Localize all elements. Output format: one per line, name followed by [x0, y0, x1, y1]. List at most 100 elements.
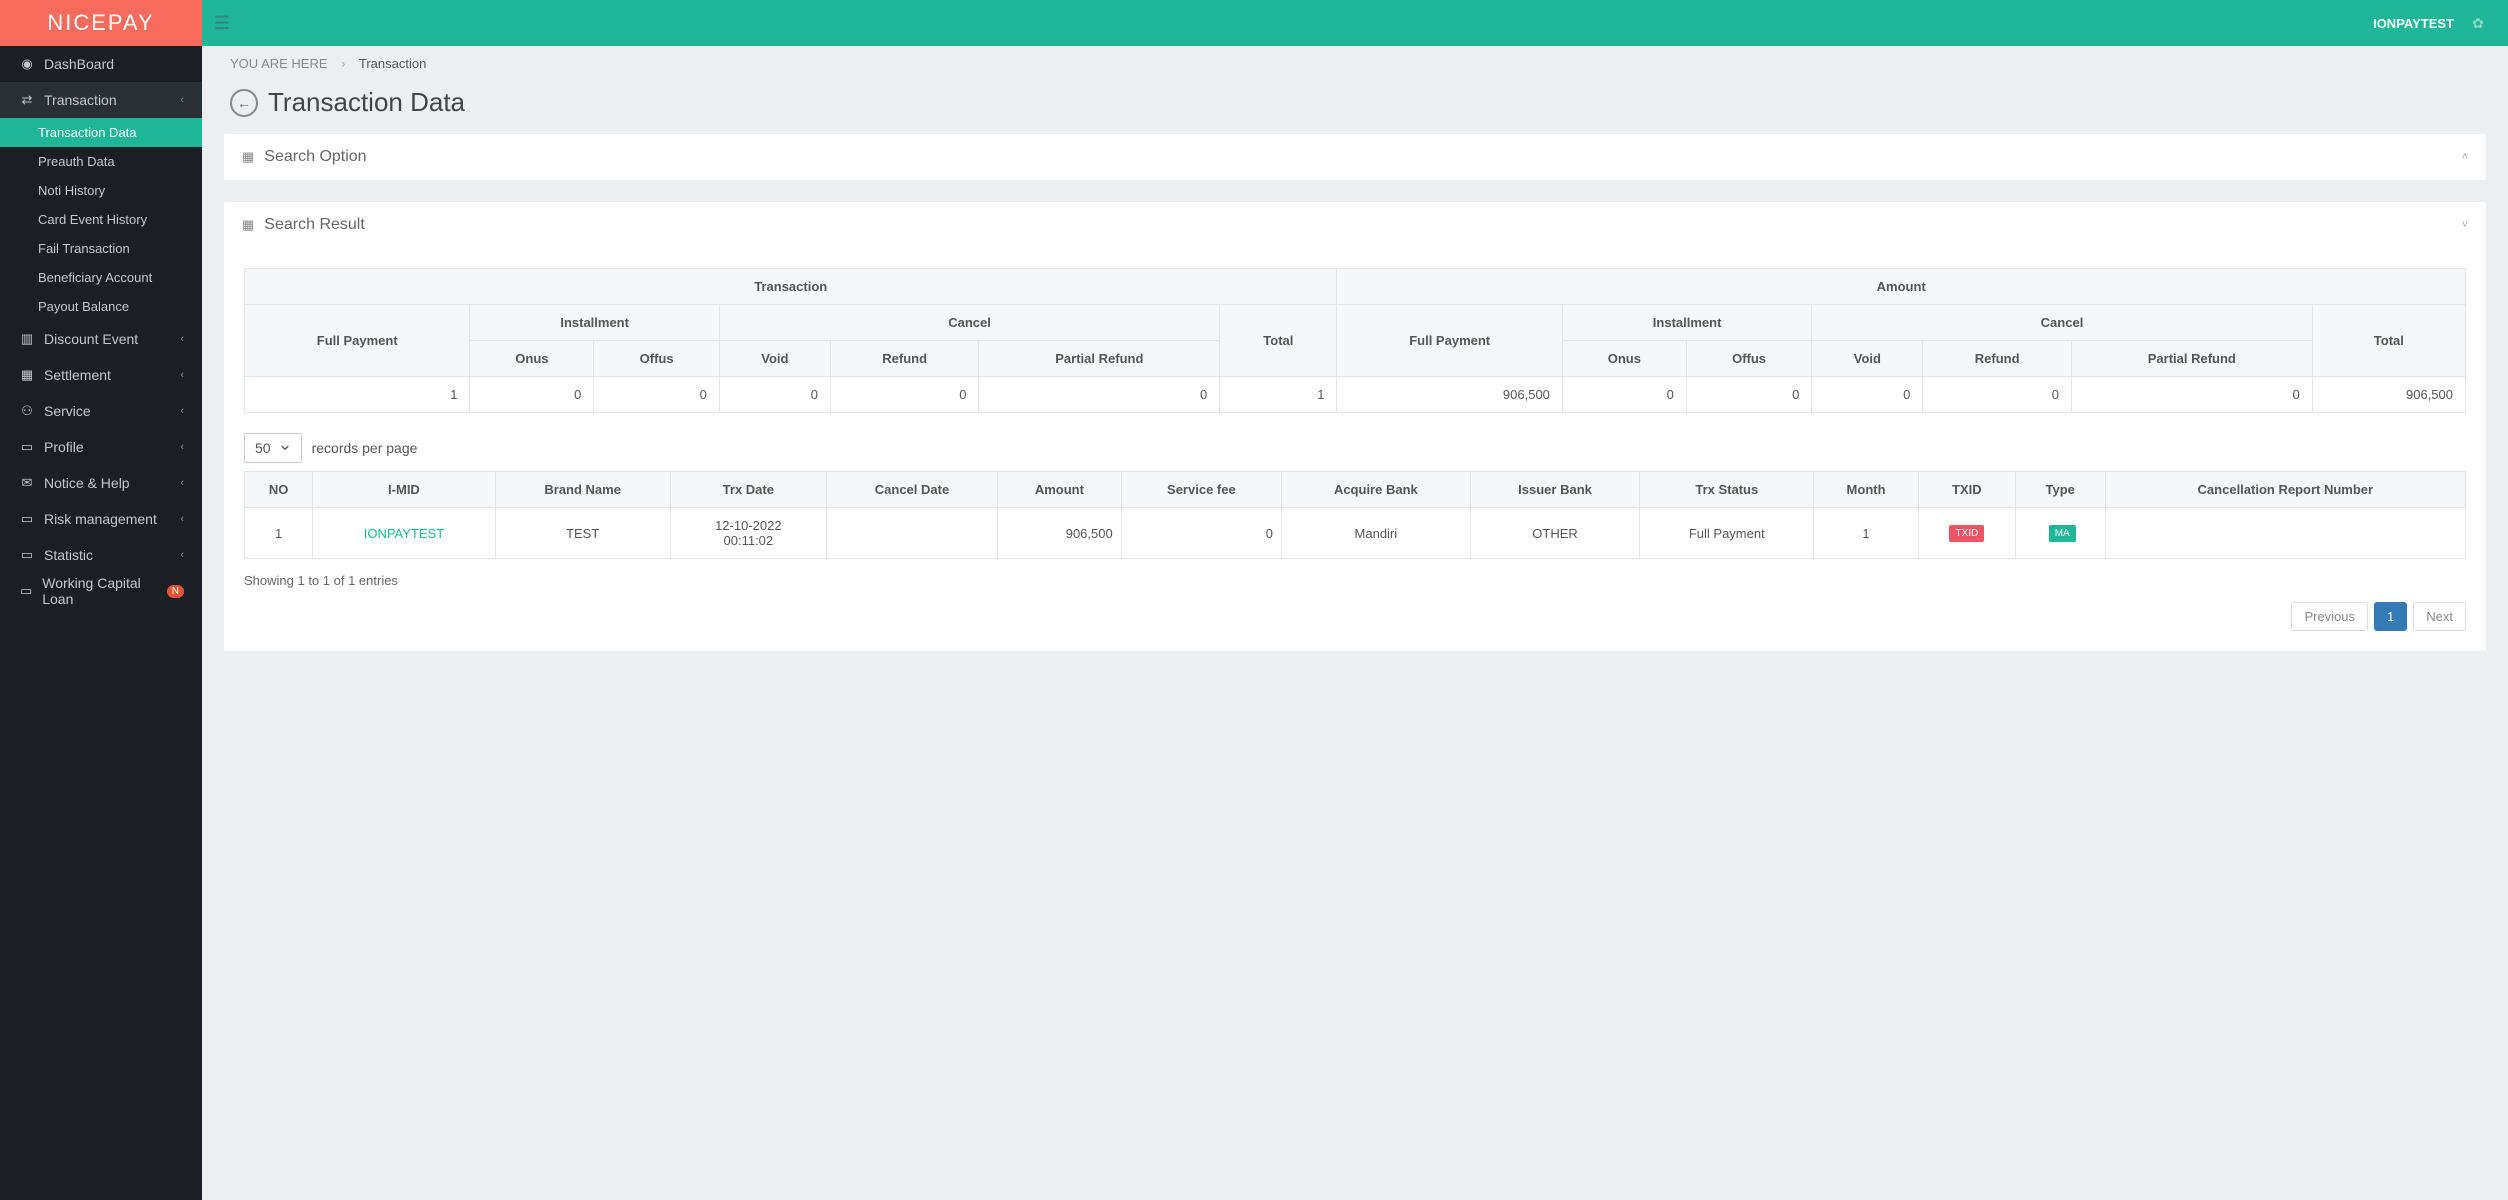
table-row: 1 IONPAYTEST TEST 12-10-2022 00:11:02 90… [245, 508, 2466, 559]
th-imid[interactable]: I-MID [313, 472, 495, 508]
select-value: 50 [255, 440, 271, 456]
cell: 1 [1220, 377, 1337, 413]
nav-beneficiary-account[interactable]: Beneficiary Account [0, 263, 202, 292]
chevron-left-icon: ‹ [180, 477, 184, 489]
folder-icon: ▭ [18, 511, 36, 527]
cell-imid: IONPAYTEST [313, 508, 495, 559]
cell: 0 [594, 377, 719, 413]
th-service-fee[interactable]: Service fee [1121, 472, 1281, 508]
th-offus: Offus [594, 341, 719, 377]
th-installment: Installment [470, 305, 719, 341]
cell-acquire: Mandiri [1282, 508, 1471, 559]
nav-label: Notice & Help [44, 475, 130, 491]
cell-trx-date: 12-10-2022 00:11:02 [670, 508, 826, 559]
th-partial-refund: Partial Refund [979, 341, 1220, 377]
th-acquire[interactable]: Acquire Bank [1282, 472, 1471, 508]
th-void: Void [719, 341, 830, 377]
th-brand[interactable]: Brand Name [495, 472, 670, 508]
type-tag[interactable]: MA [2049, 525, 2076, 542]
sidebar-toggle[interactable]: ☰ [202, 13, 242, 34]
nav-label: Transaction [44, 92, 117, 108]
user-menu[interactable]: IONPAYTEST [2373, 16, 2454, 31]
table-info: Showing 1 to 1 of 1 entries [244, 573, 2466, 588]
nav-fail-transaction[interactable]: Fail Transaction [0, 234, 202, 263]
nav-notice-help[interactable]: ✉ Notice & Help ‹ [0, 465, 202, 501]
back-button[interactable]: ← [230, 89, 258, 117]
chevron-left-icon: ‹ [180, 94, 184, 106]
th-total: Total [1220, 305, 1337, 377]
th-trx-date[interactable]: Trx Date [670, 472, 826, 508]
nav-statistic[interactable]: ▭ Statistic ‹ [0, 537, 202, 573]
chevron-up-icon: ˄ [2462, 151, 2468, 163]
settings-button[interactable]: ✿ [2468, 13, 2488, 33]
nav-transaction[interactable]: ⇄ Transaction ‹ [0, 82, 202, 118]
th-txid[interactable]: TXID [1918, 472, 2015, 508]
nav-working-capital-loan[interactable]: ▭ Working Capital Loan N [0, 573, 202, 609]
nav-label: Settlement [44, 367, 111, 383]
nav-transaction-data[interactable]: Transaction Data [0, 118, 202, 147]
nav-label: Statistic [44, 547, 93, 563]
chat-icon: ✉ [18, 475, 36, 491]
cell-no: 1 [245, 508, 313, 559]
nav-card-event-history[interactable]: Card Event History [0, 205, 202, 234]
next-button[interactable]: Next [2413, 602, 2466, 631]
main-content: YOU ARE HERE › Transaction ← Transaction… [202, 46, 2508, 651]
th-partial-refund-amt: Partial Refund [2071, 341, 2312, 377]
th-refund-amt: Refund [1923, 341, 2072, 377]
th-total-amt: Total [2312, 305, 2465, 377]
breadcrumb-current: Transaction [359, 56, 426, 71]
chevron-left-icon: ‹ [180, 333, 184, 345]
brand-logo[interactable]: NICEPAY [0, 0, 202, 46]
nav-service[interactable]: ⚇ Service ‹ [0, 393, 202, 429]
page-1-button[interactable]: 1 [2374, 602, 2407, 631]
cell: 0 [1812, 377, 1923, 413]
cell: 0 [979, 377, 1220, 413]
arrow-left-icon: ← [237, 95, 251, 111]
nav-discount-event[interactable]: ▥ Discount Event ‹ [0, 321, 202, 357]
search-result-panel: ▦ Search Result ˅ Transaction Amount Ful… [224, 202, 2486, 651]
search-option-toggle[interactable]: ▦ Search Option ˄ [224, 134, 2486, 180]
nav-risk-management[interactable]: ▭ Risk management ‹ [0, 501, 202, 537]
nav-dashboard[interactable]: ◉ DashBoard [0, 46, 202, 82]
nav-label: Risk management [44, 511, 157, 527]
th-type[interactable]: Type [2015, 472, 2105, 508]
chart-icon: ▥ [18, 331, 36, 347]
folder-icon: ▭ [18, 583, 34, 599]
nav-payout-balance[interactable]: Payout Balance [0, 292, 202, 321]
pagination: Previous 1 Next [244, 602, 2466, 631]
new-badge: N [167, 585, 184, 598]
imid-link[interactable]: IONPAYTEST [364, 526, 444, 541]
th-crn[interactable]: Cancellation Report Number [2105, 472, 2465, 508]
cell-txid: TXID [1918, 508, 2015, 559]
prev-button[interactable]: Previous [2291, 602, 2368, 631]
cell-brand: TEST [495, 508, 670, 559]
search-result-toggle[interactable]: ▦ Search Result ˅ [224, 202, 2486, 248]
txid-tag[interactable]: TXID [1949, 525, 1984, 542]
dashboard-icon: ◉ [18, 56, 36, 72]
hamburger-icon: ☰ [214, 13, 230, 33]
summary-row: 1 0 0 0 0 0 1 906,500 0 0 0 0 0 906,500 [245, 377, 2466, 413]
nav-noti-history[interactable]: Noti History [0, 176, 202, 205]
chevron-left-icon: ‹ [180, 441, 184, 453]
th-refund: Refund [830, 341, 979, 377]
nav-settlement[interactable]: ▦ Settlement ‹ [0, 357, 202, 393]
records-per-page-select[interactable]: 50 [244, 433, 302, 463]
th-full-payment: Full Payment [245, 305, 470, 377]
th-month[interactable]: Month [1814, 472, 1919, 508]
th-issuer[interactable]: Issuer Bank [1470, 472, 1640, 508]
cell-issuer: OTHER [1470, 508, 1640, 559]
nav-preauth-data[interactable]: Preauth Data [0, 147, 202, 176]
page-title: Transaction Data [268, 87, 465, 118]
nav-profile[interactable]: ▭ Profile ‹ [0, 429, 202, 465]
th-amount[interactable]: Amount [998, 472, 1122, 508]
th-no[interactable]: NO [245, 472, 313, 508]
panel-title: Search Result [264, 216, 365, 234]
sidebar: ◉ DashBoard ⇄ Transaction ‹ Transaction … [0, 46, 202, 1200]
panel-title: Search Option [264, 148, 366, 166]
gear-icon: ✿ [2472, 15, 2484, 32]
users-icon: ⚇ [18, 403, 36, 419]
th-cancel-date[interactable]: Cancel Date [826, 472, 997, 508]
th-status[interactable]: Trx Status [1640, 472, 1814, 508]
chevron-down-icon: ˅ [2462, 219, 2468, 231]
cell-crn [2105, 508, 2465, 559]
